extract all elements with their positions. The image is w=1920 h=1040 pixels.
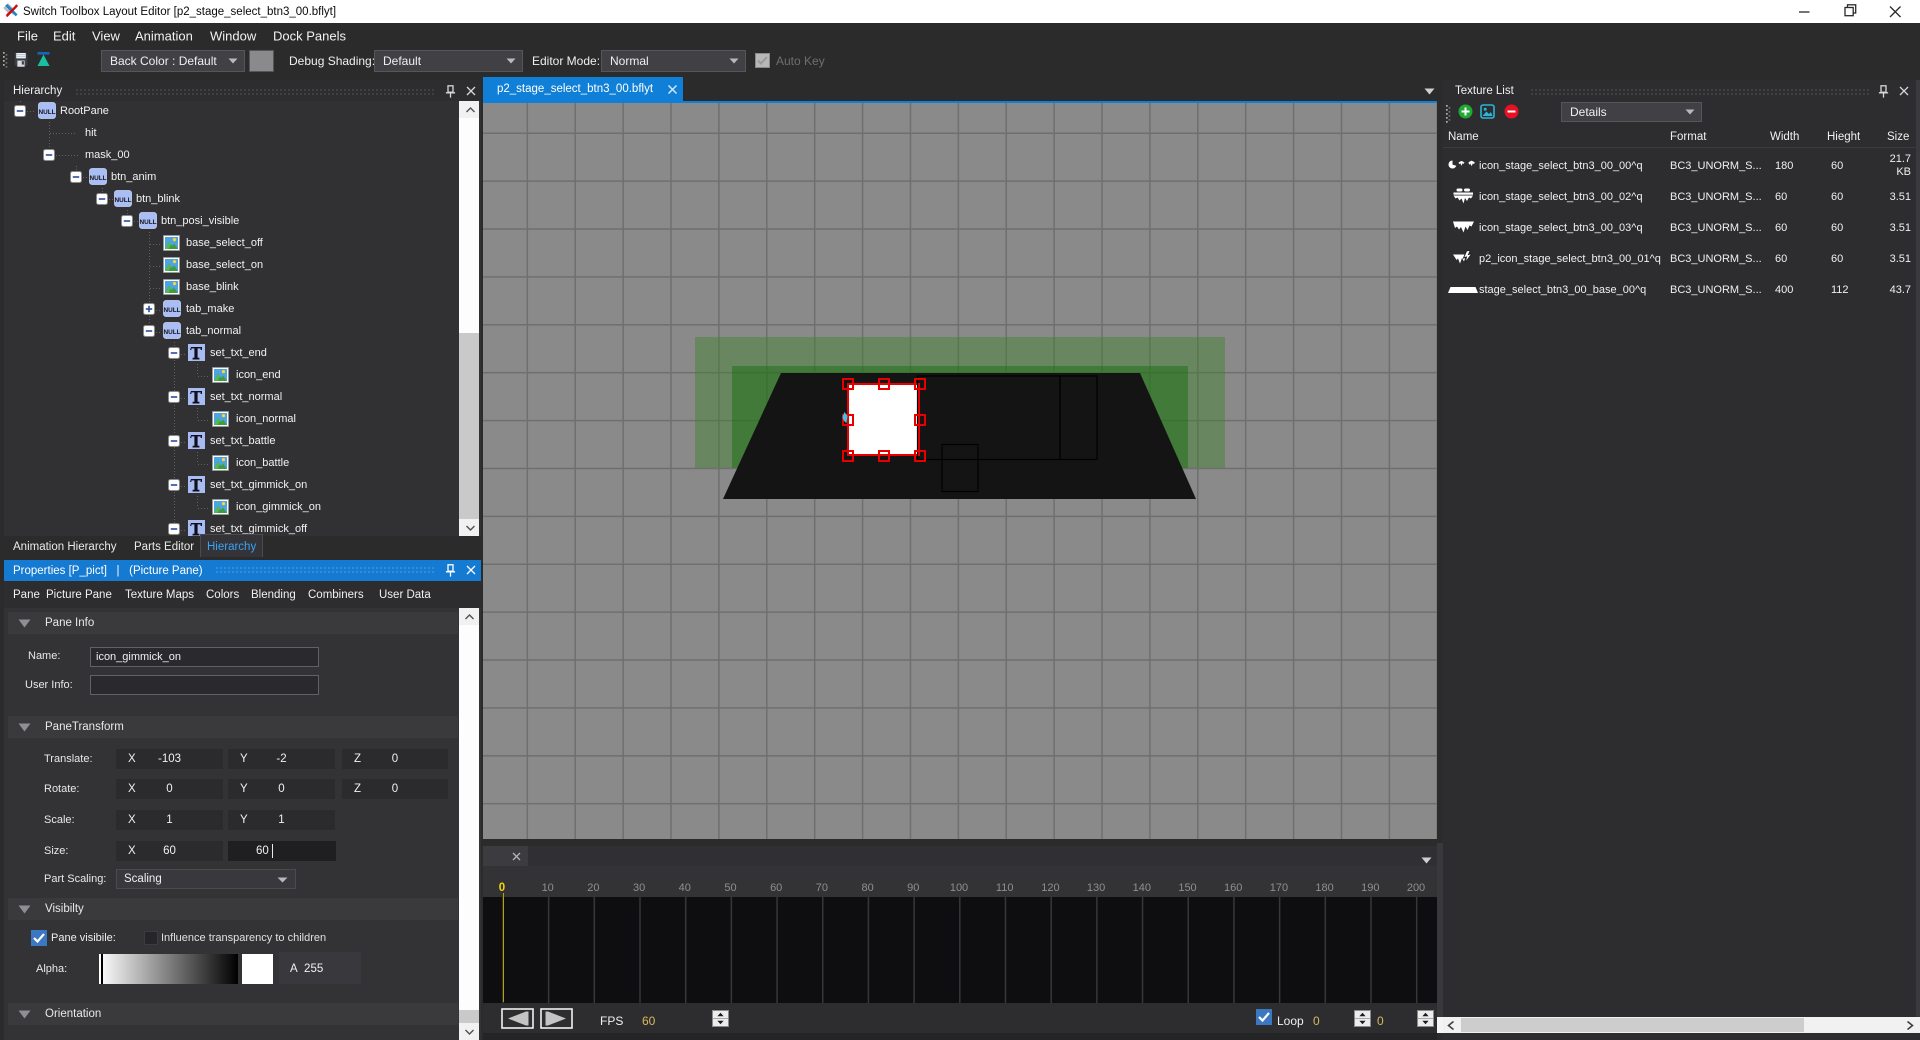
svg-text:NULL: NULL — [163, 307, 180, 314]
svg-text:NULL: NULL — [114, 197, 131, 204]
svg-text:NULL: NULL — [163, 329, 180, 336]
svg-text:NULL: NULL — [38, 109, 55, 116]
svg-text:NULL: NULL — [89, 175, 106, 182]
svg-text:NULL: NULL — [139, 219, 156, 226]
